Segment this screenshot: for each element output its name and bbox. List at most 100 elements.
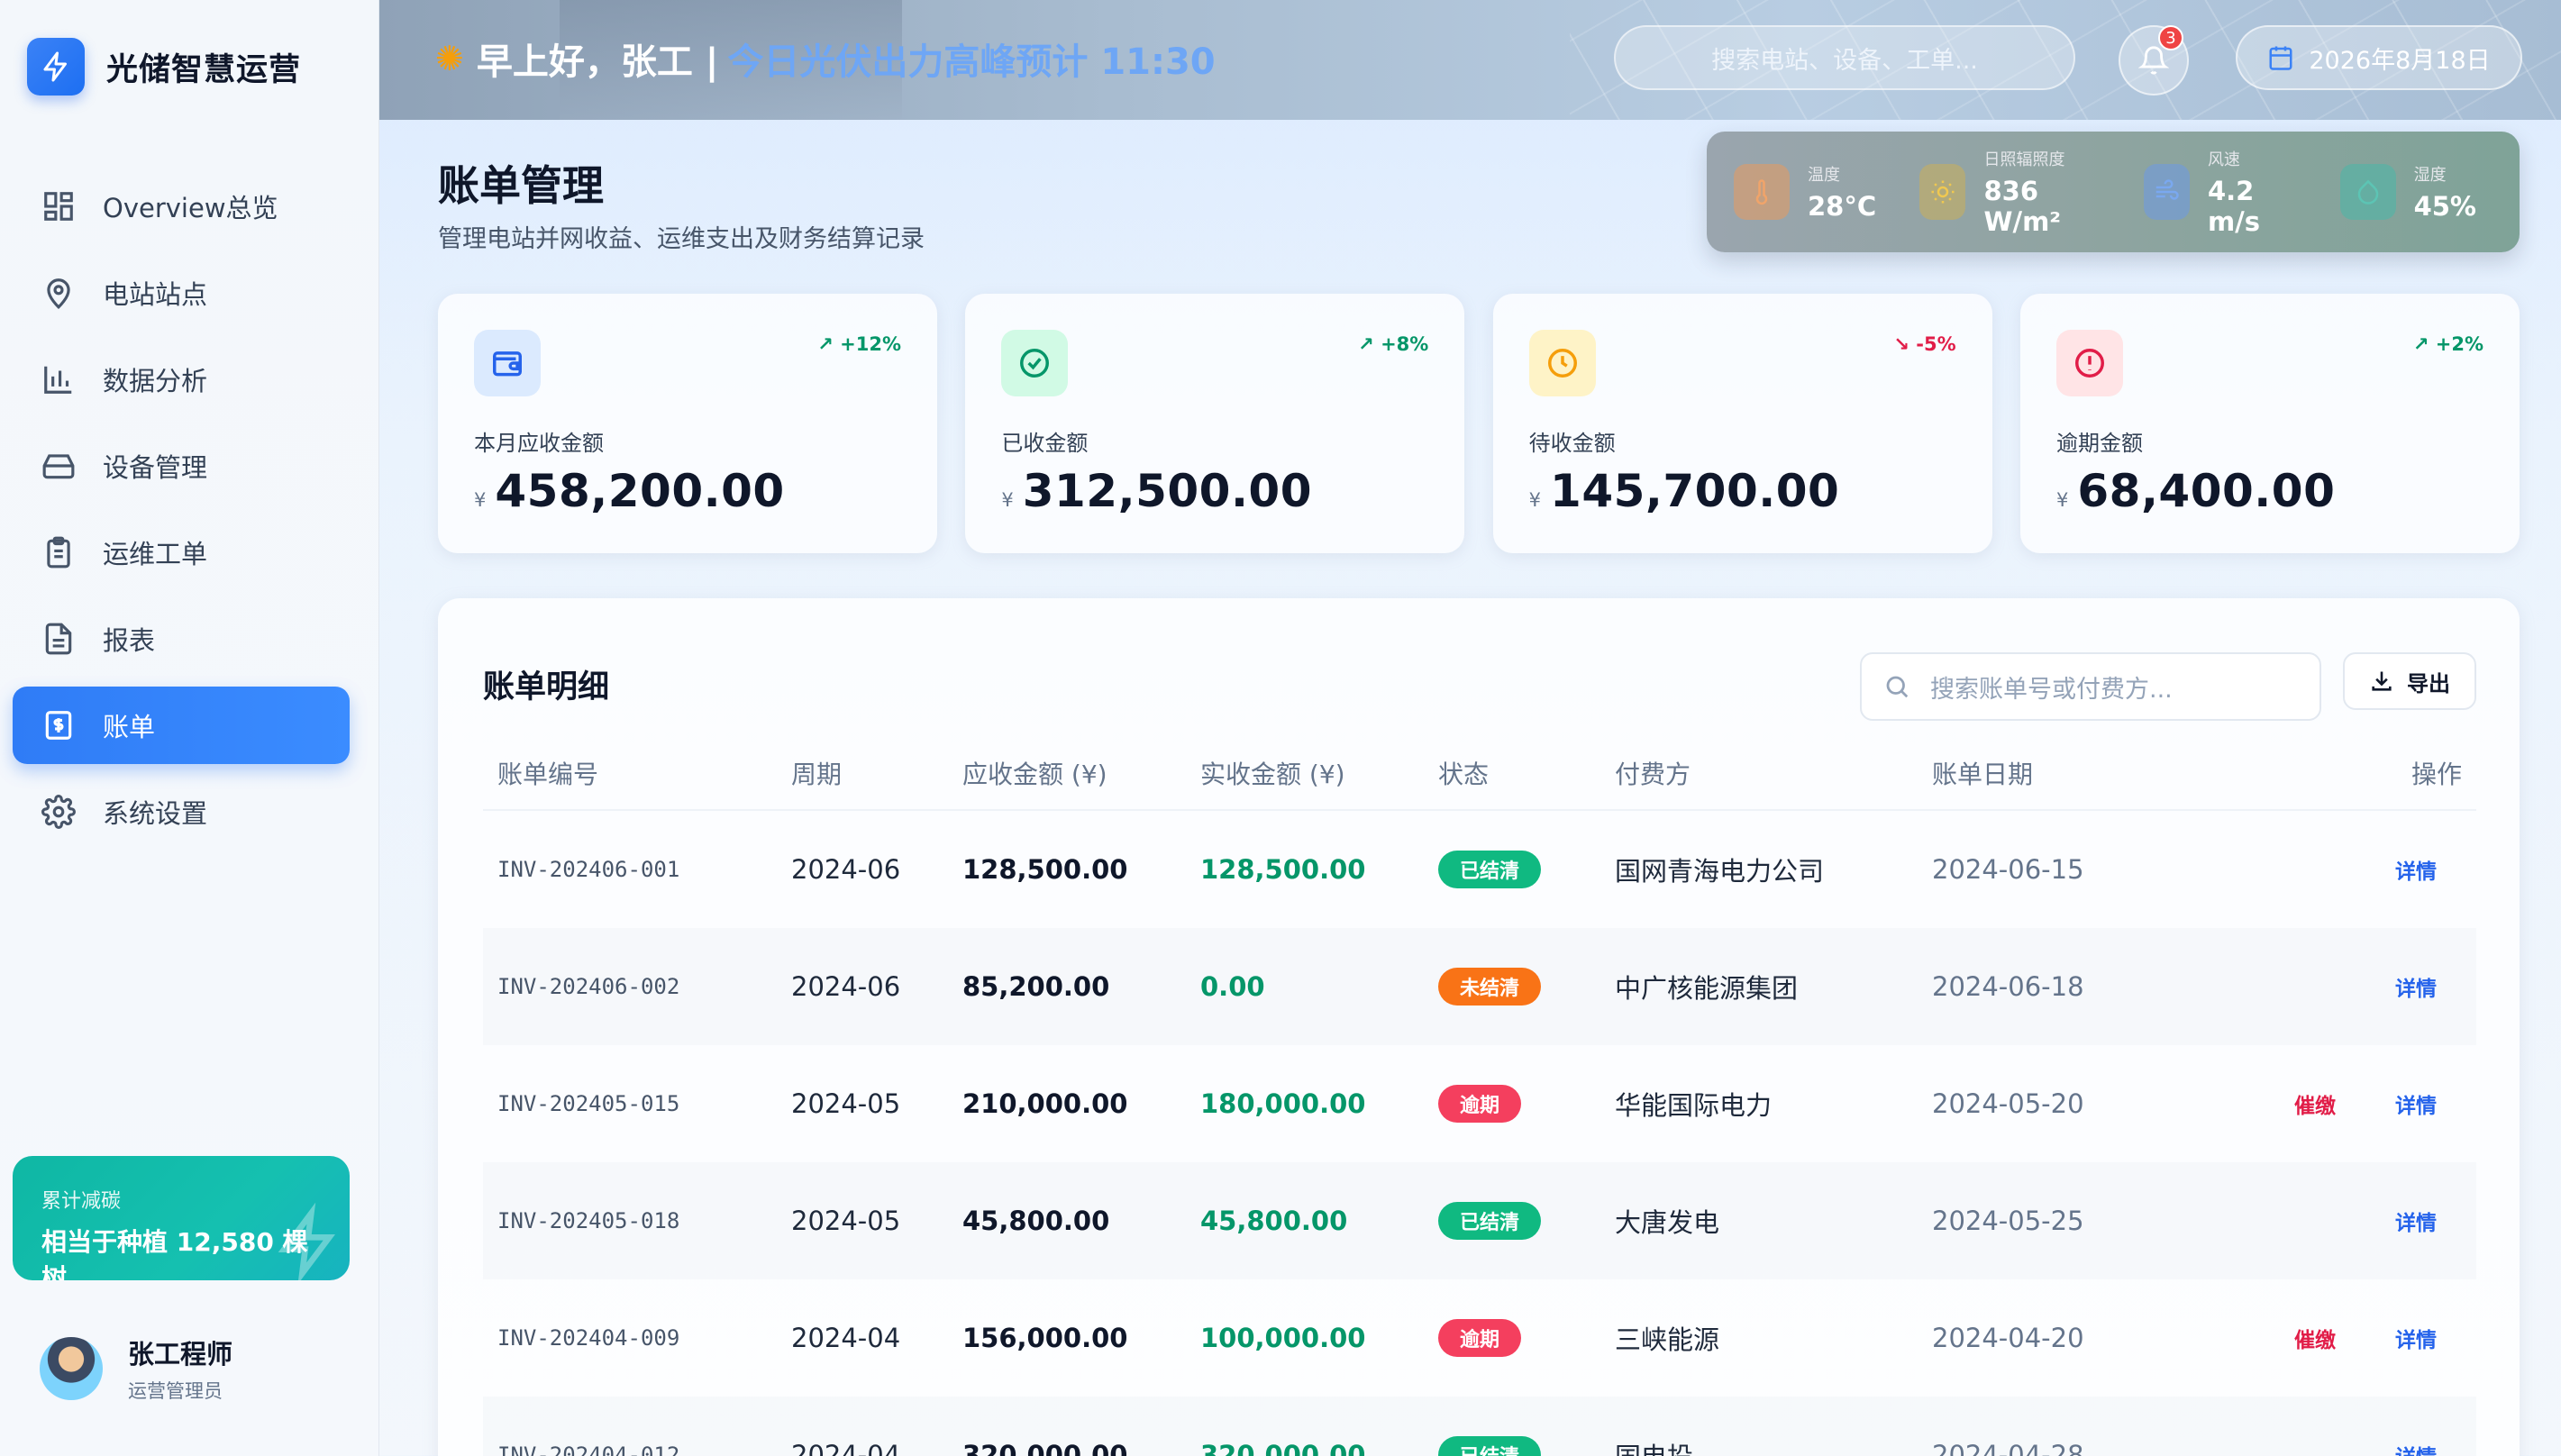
status-cell: 逾期 [1438,1045,1522,1162]
greeting-forecast: 今日光伏出力高峰预计 11:30 [727,41,1216,83]
status-badge: 逾期 [1438,1319,1522,1357]
table-body: INV-202406-001 2024-06 128,500.00 128,500.0… [483,811,2476,1456]
hard-drive-icon [42,454,75,479]
download-icon [2372,671,2392,691]
search-placeholder: 搜索账单号或付费方... [1930,675,2173,704]
top-banner: ✺ 早上好，张工 | 今日光伏出力高峰预计 11:30 搜索电站、设备、工单..… [379,0,2561,120]
section-title: 账单明细 [483,669,610,705]
stat-card-receivable[interactable]: ↗ +12% 本月应收金额 ¥458,200.00 [438,294,937,553]
column-header: 账单编号 [497,760,599,789]
date-picker[interactable]: 2026年8月18日 [2236,25,2522,90]
bill-period: 2024-04 [791,1440,901,1456]
status-badge: 已结清 [1438,851,1542,888]
amount-paid: 128,500.00 [1200,854,1366,885]
date-label: 2026年8月18日 [2309,46,2491,75]
lightning-icon [27,38,85,96]
column-header: 账单日期 [1932,760,2034,789]
sidebar-nav: Overview总览 电站站点 数据分析 设备管理 运维工单 报表 账单 系统设… [13,168,350,860]
notification-badge: 3 [2158,25,2183,50]
user-profile[interactable]: 张工程师 运营管理员 [40,1333,232,1404]
amount-paid: 0.00 [1200,971,1265,1002]
sidebar-item-reports[interactable]: 报表 [13,600,350,678]
clipboard-icon [47,536,70,569]
stat-label: 待收金额 [1528,431,1616,456]
currency-symbol: ¥ [1528,489,1542,511]
sidebar-item-label: 数据分析 [103,366,208,396]
urge-payment-button[interactable]: 催缴 [2294,1045,2336,1162]
stat-trend: ↘ -5% [1893,333,1956,355]
amount-paid: 320,000.00 [1200,1440,1366,1456]
sidebar-item-label: 系统设置 [103,798,208,829]
alert-circle-icon [2055,330,2123,396]
bill-period: 2024-05 [791,1088,901,1119]
table-row[interactable]: INV-202404-009 2024-04 156,000.00 100,000.0… [483,1279,2476,1397]
sidebar-item-workorders[interactable]: 运维工单 [13,514,350,591]
detail-link[interactable]: 详情 [2395,811,2437,928]
detail-link[interactable]: 详情 [2395,928,2437,1045]
status-badge: 已结清 [1438,1436,1542,1456]
search-icon [1886,676,1909,698]
sun-icon: ✺ [435,39,464,78]
greeting: ✺ 早上好，张工 | 今日光伏出力高峰预计 11:30 [435,32,1216,85]
detail-link[interactable]: 详情 [2395,1397,2437,1456]
file-text-icon [45,623,72,655]
status-badge: 逾期 [1438,1085,1522,1123]
table-row[interactable]: INV-202406-001 2024-06 128,500.00 128,500.0… [483,811,2476,928]
payer: 中广核能源集团 [1615,973,1799,1004]
detail-link[interactable]: 详情 [2395,1045,2437,1162]
table-row[interactable]: INV-202405-018 2024-05 45,800.00 45,800.00 已… [483,1162,2476,1279]
sidebar-item-devices[interactable]: 设备管理 [13,427,350,505]
sun-icon [1919,164,1966,220]
bill-period: 2024-06 [791,854,901,885]
stat-card-received[interactable]: ↗ +8% 已收金额 ¥312,500.00 [965,294,1465,553]
column-header[interactable]: 应收金额 (¥) [962,755,1107,791]
sidebar-item-label: 运维工单 [103,539,208,569]
amount-due: 45,800.00 [962,1206,1110,1236]
sidebar-item-analytics[interactable]: 数据分析 [13,341,350,418]
bill-search-input[interactable]: 搜索账单号或付费方... [1860,652,2321,721]
carbon-card: 累计减碳 相当于种植 12,580 棵树 [13,1156,350,1280]
notification-button[interactable]: 3 [2119,25,2189,96]
column-header: 操作 [2411,760,2463,789]
table-row[interactable]: INV-202405-015 2024-05 210,000.00 180,000.0… [483,1045,2476,1162]
check-circle-icon [1001,330,1069,396]
bill-period: 2024-05 [791,1206,901,1236]
table-row[interactable]: INV-202404-012 2024-04 320,000.00 320,000.0… [483,1397,2476,1456]
stat-trend: ↗ +12% [817,333,901,355]
map-pin-icon [47,278,70,309]
export-button[interactable]: 导出 [2343,652,2476,710]
column-header: 付费方 [1615,760,1691,789]
droplet-icon [2339,164,2396,220]
avatar [40,1337,103,1400]
stat-card-overdue[interactable]: ↗ +2% 逾期金额 ¥68,400.00 [2019,294,2520,553]
payer: 华能国际电力 [1615,1090,1773,1121]
detail-link[interactable]: 详情 [2395,1162,2437,1279]
bill-date: 2024-04-20 [1932,1323,2084,1353]
currency-symbol: ¥ [474,489,487,511]
app-logo[interactable]: 光储智慧运营 [27,38,301,96]
sidebar-item-settings[interactable]: 系统设置 [13,773,350,851]
table-row[interactable]: INV-202406-002 2024-06 85,200.00 0.00 未结清 中广核… [483,928,2476,1045]
bill-period: 2024-04 [791,1323,901,1353]
bill-id: INV-202406-001 [497,857,680,882]
bill-id: INV-202404-009 [497,1325,680,1351]
weather-irradiance: 日照辐照度 836 W/m² [1919,147,2101,237]
column-header[interactable]: 实收金额 (¥) [1200,755,1345,791]
dollar-receipt-icon [45,711,72,740]
sidebar-item-overview[interactable]: Overview总览 [13,168,350,245]
status-cell: 已结清 [1438,1162,1542,1279]
column-header: 周期 [791,760,843,789]
detail-link[interactable]: 详情 [2395,1279,2437,1397]
sidebar-item-label: 账单 [103,712,156,742]
amount-paid: 100,000.00 [1200,1323,1366,1353]
stat-cards: ↗ +12% 本月应收金额 ¥458,200.00 ↗ +8% 已收金额 ¥31… [438,294,2520,553]
sidebar-item-bills[interactable]: 账单 [13,687,350,764]
bill-date: 2024-06-18 [1932,971,2084,1002]
sidebar-item-stations[interactable]: 电站站点 [13,254,350,332]
urge-payment-button[interactable]: 催缴 [2294,1279,2336,1397]
global-search-input[interactable]: 搜索电站、设备、工单... [1614,25,2075,90]
stat-trend: ↗ +8% [1358,333,1429,355]
payer: 国网青海电力公司 [1615,856,1825,887]
payer: 三峡能源 [1615,1324,1720,1355]
stat-card-pending[interactable]: ↘ -5% 待收金额 ¥145,700.00 [1492,294,1992,553]
